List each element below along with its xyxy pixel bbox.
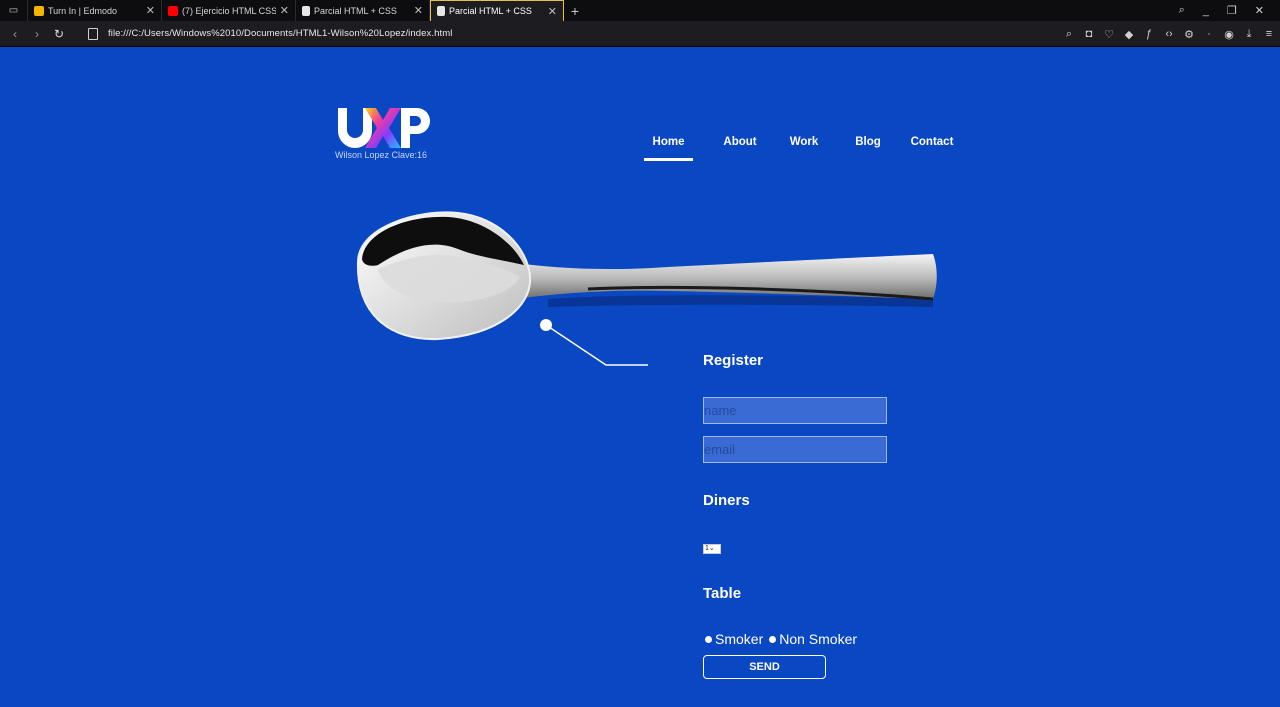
browser-tab[interactable]: Turn In | Edmodo ✕ — [28, 0, 162, 21]
url-field[interactable]: file:///C:/Users/Windows%2010/Documents/… — [108, 28, 452, 39]
logo-subtitle: Wilson Lopez Clave:16 — [335, 150, 428, 160]
forward-icon[interactable]: › — [26, 27, 48, 41]
gear-icon[interactable]: ⚙ — [1184, 28, 1194, 41]
table-radio-group: Smoker Non Smoker — [705, 631, 857, 647]
browser-tab[interactable]: Parcial HTML + CSS ✕ — [296, 0, 430, 21]
document-favicon-icon — [437, 6, 445, 16]
diners-heading: Diners — [703, 492, 750, 509]
minimize-icon[interactable]: _ — [1203, 5, 1209, 17]
code-icon[interactable]: ‹› — [1164, 28, 1174, 40]
uxp-logo-icon — [338, 108, 430, 148]
restore-icon[interactable]: ❐ — [1227, 4, 1237, 17]
radio-dot-icon — [705, 635, 712, 643]
send-button[interactable]: SEND — [703, 655, 826, 679]
smoker-radio[interactable]: Smoker — [705, 631, 763, 647]
non-smoker-radio[interactable]: Non Smoker — [769, 631, 857, 647]
radio-dot-icon — [769, 635, 777, 643]
ellipsis-icon[interactable]: · — [1204, 28, 1214, 40]
nav-work[interactable]: Work — [772, 136, 836, 161]
close-icon[interactable]: ✕ — [146, 4, 155, 17]
document-favicon-icon — [302, 5, 310, 16]
close-icon[interactable]: ✕ — [548, 5, 557, 18]
gamepad-icon: ▭ — [8, 5, 19, 16]
nav-contact[interactable]: Contact — [900, 136, 964, 161]
heart-icon[interactable]: ♡ — [1104, 28, 1114, 41]
name-field[interactable] — [703, 397, 887, 424]
radio-label: Non Smoker — [779, 631, 858, 647]
browser-tab[interactable]: (7) Ejercicio HTML CSS, cre ✕ — [162, 0, 296, 21]
new-tab-button[interactable]: + — [564, 0, 586, 21]
edmodo-favicon-icon — [34, 5, 44, 16]
close-icon[interactable]: ✕ — [414, 4, 423, 17]
tab-title: Parcial HTML + CSS — [314, 5, 397, 16]
nav-home[interactable]: Home — [644, 136, 693, 161]
site-logo[interactable]: Wilson Lopez Clave:16 — [335, 105, 455, 165]
function-icon[interactable]: ƒ — [1144, 28, 1154, 40]
toolbar-icons: ⌕ ◘ ♡ ◆ ƒ ‹› ⚙ · ◉ ⤓ ≡ — [1064, 21, 1274, 47]
email-field[interactable] — [703, 436, 887, 463]
radio-label: Smoker — [715, 631, 764, 647]
search-tabs-icon[interactable]: ⌕ — [1179, 4, 1185, 17]
callout-pointer — [540, 319, 648, 366]
register-heading: Register — [703, 352, 764, 369]
zoom-icon[interactable]: ⌕ — [1064, 28, 1074, 41]
file-icon — [88, 27, 98, 40]
browser-tab-active[interactable]: Parcial HTML + CSS ✕ — [430, 0, 564, 21]
tab-title: Turn In | Edmodo — [48, 5, 118, 16]
browser-tab-strip: ▭ Turn In | Edmodo ✕ (7) Ejercicio HTML … — [0, 0, 1280, 21]
tab-title: Parcial HTML + CSS — [449, 6, 532, 16]
nav-blog[interactable]: Blog — [836, 136, 900, 161]
youtube-favicon-icon — [168, 5, 178, 16]
camera-icon[interactable]: ◘ — [1084, 28, 1094, 40]
chevron-down-icon: ⌄ — [708, 545, 715, 552]
main-nav: Home About Work Blog Contact — [644, 136, 964, 161]
table-heading: Table — [703, 585, 742, 602]
globe-icon[interactable]: ◉ — [1224, 28, 1234, 41]
page-content: Wilson Lopez Clave:16 Home About Work Bl… — [0, 47, 1280, 707]
back-icon[interactable]: ‹ — [4, 27, 26, 41]
nav-about[interactable]: About — [708, 136, 772, 161]
extension-cube-icon[interactable]: ◆ — [1124, 28, 1134, 41]
address-bar: ‹ › ↻ file:///C:/Users/Windows%2010/Docu… — [0, 21, 1280, 47]
window-controls: ⌕ _ ❐ ✕ — [1179, 0, 1280, 21]
tab-overview-button[interactable]: ▭ — [0, 0, 28, 21]
close-window-icon[interactable]: ✕ — [1255, 4, 1264, 17]
reload-icon[interactable]: ↻ — [48, 27, 70, 41]
close-icon[interactable]: ✕ — [280, 4, 289, 17]
menu-icon[interactable]: ≡ — [1264, 28, 1274, 40]
download-icon[interactable]: ⤓ — [1244, 28, 1254, 41]
tab-title: (7) Ejercicio HTML CSS, cre — [182, 5, 276, 16]
diners-select[interactable]: 1⌄ — [703, 544, 721, 554]
